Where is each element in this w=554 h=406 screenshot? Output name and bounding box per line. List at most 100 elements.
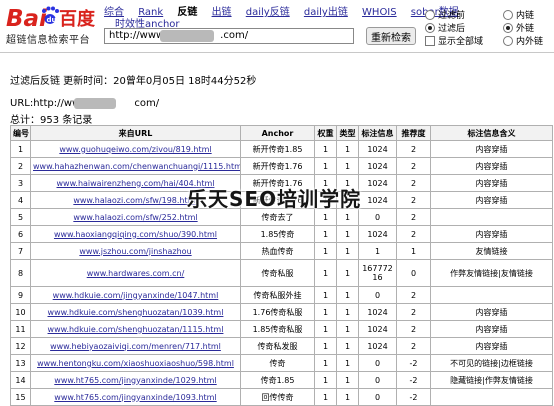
cell-source-url[interactable]: www.haoxiangqiqing.com/shuo/390.html bbox=[30, 225, 241, 243]
cell-weight: 1 bbox=[314, 259, 337, 287]
cell-tag: 1024 bbox=[358, 174, 397, 192]
option-label: 内链 bbox=[516, 11, 535, 21]
table-row: 11 www.hdkuie.com/shenghuozatan/1115.html… bbox=[10, 320, 553, 338]
cell-weight: 1 bbox=[314, 303, 337, 321]
option-label: 外链 bbox=[516, 24, 535, 34]
col-recommend-header: 推荐度 bbox=[396, 125, 431, 141]
cell-type: 1 bbox=[336, 225, 359, 243]
cell-recommend: 2 bbox=[396, 337, 431, 355]
cell-anchor: 传奇私发服 bbox=[240, 337, 315, 355]
research-button[interactable]: 重新检索 bbox=[366, 27, 416, 45]
logo-subtitle: 超链信息检索平台 bbox=[6, 35, 90, 46]
table-row: 6 www.haoxiangqiqing.com/shuo/390.html 1.8… bbox=[10, 225, 553, 243]
cell-weight: 1 bbox=[314, 140, 337, 158]
cell-tag-meaning: 内容穿插 bbox=[430, 157, 553, 175]
option-external-links[interactable]: 外链 bbox=[503, 21, 534, 34]
cell-number: 15 bbox=[10, 388, 31, 406]
cell-number: 5 bbox=[10, 208, 31, 226]
table-row: 1 2 www.hebiyaozaiviqi.com/menren/717.html… bbox=[10, 337, 553, 355]
col-tag-meaning-header: 标注信息含义 bbox=[430, 125, 553, 141]
radio-selected-icon bbox=[503, 22, 513, 33]
cell-type: 1 bbox=[336, 157, 359, 175]
cell-weight: 1 bbox=[314, 337, 337, 355]
cell-recommend: 2 bbox=[396, 208, 431, 226]
option-label: 显示全部域 bbox=[438, 37, 484, 47]
cell-source-url[interactable]: www.hdkuie.com/shenghuozatan/1115.html bbox=[30, 320, 241, 338]
cell-anchor: 1.85传奇 bbox=[240, 225, 315, 243]
option-label: 过滤前 bbox=[438, 11, 466, 21]
option-all-links[interactable]: 内外链 bbox=[503, 34, 543, 47]
cell-source-url[interactable]: www.jszhou.com/jinshazhou bbox=[30, 242, 241, 260]
cell-tag: 1024 bbox=[358, 157, 397, 175]
cell-type: 1 bbox=[336, 337, 359, 355]
radio-selected-icon bbox=[425, 22, 435, 33]
cell-source-url[interactable]: www.hentongku.com/xiaoshuoxiaoshuo/598.h… bbox=[30, 354, 241, 372]
logo-text-left: Bai bbox=[6, 6, 48, 32]
cell-number: 7 bbox=[10, 242, 31, 260]
cell-anchor: 传奇私服 bbox=[240, 259, 315, 287]
cell-tag-meaning: 内容穿插 bbox=[430, 225, 553, 243]
option-internal-links[interactable]: 内链 bbox=[503, 8, 534, 21]
cell-recommend: -2 bbox=[396, 354, 431, 372]
cell-tag: 1024 bbox=[358, 337, 397, 355]
cell-anchor: 传奇 bbox=[240, 354, 315, 372]
cell-tag: 0 bbox=[358, 286, 397, 304]
cell-tag: 1024 bbox=[358, 191, 397, 209]
cell-weight: 1 bbox=[314, 320, 337, 338]
cell-recommend: -2 bbox=[396, 371, 431, 389]
cell-tag: 0 bbox=[358, 354, 397, 372]
cell-recommend: 1 bbox=[396, 242, 431, 260]
cell-tag-meaning: 不可见的链接|边框链接 bbox=[430, 354, 553, 372]
cell-source-url[interactable]: www.hardwares.com.cn/ bbox=[30, 259, 241, 287]
cell-number: 10 bbox=[10, 303, 31, 321]
cell-type: 1 bbox=[336, 303, 359, 321]
option-show-all-domains[interactable]: 显示全部域 bbox=[425, 34, 483, 47]
option-before-filter[interactable]: 过滤前 bbox=[425, 8, 465, 21]
logo-text-right: 百度 bbox=[59, 8, 96, 30]
cell-tag: 0 bbox=[358, 371, 397, 389]
cell-tag-meaning: 内容穿插 bbox=[430, 174, 553, 192]
cell-source-url[interactable]: www.guohuqeiwo.com/zivou/819.html bbox=[30, 140, 241, 158]
tab-daily-backlinks[interactable]: daily反链 bbox=[246, 7, 290, 18]
watermark-text: 乐天SEO培训学院 bbox=[187, 187, 362, 211]
option-after-filter[interactable]: 过滤后 bbox=[425, 21, 465, 34]
cell-number: 1 bbox=[10, 140, 31, 158]
table-row: 8 www.hardwares.com.cn/传奇私服 1 1 16777216 0 作弊友… bbox=[10, 259, 553, 287]
cell-anchor: 热血传奇 bbox=[240, 242, 315, 260]
cell-tag-meaning: 友情链接 bbox=[430, 242, 553, 260]
cell-recommend: 2 bbox=[396, 157, 431, 175]
radio-icon bbox=[425, 9, 435, 20]
update-time-text: 过滤后反链 更新时间：20曾年0月05日 18时44分52秒 bbox=[10, 76, 257, 87]
cell-tag: 0 bbox=[358, 208, 397, 226]
url-label-suffix: com/ bbox=[134, 98, 160, 109]
tab-daily-outlinks[interactable]: daily出链 bbox=[304, 7, 348, 18]
tab-whois[interactable]: WHOIS bbox=[362, 7, 397, 18]
cell-tag-meaning bbox=[430, 208, 553, 226]
cell-weight: 1 bbox=[314, 388, 337, 406]
cell-source-url[interactable]: www.ht765.com/jingyanxinde/1029.html bbox=[30, 371, 241, 389]
tab-backlinks[interactable]: 反链 bbox=[177, 7, 197, 18]
cell-type: 1 bbox=[336, 259, 359, 287]
col-source-url-header: 来自URL bbox=[30, 125, 241, 141]
url-input[interactable]: http://www .com/ bbox=[104, 28, 354, 44]
table-row: 1 www.guohuqeiwo.com/zivou/819.html 新开传奇1.… bbox=[10, 140, 553, 158]
cell-tag-meaning: 内容穿插 bbox=[430, 191, 553, 209]
cell-source-url[interactable]: www.hdkuie.com/shenghuozatan/1039.html bbox=[30, 303, 241, 321]
baidu-logo[interactable]: Bai du 百度 bbox=[6, 2, 98, 32]
cell-weight: 1 bbox=[314, 157, 337, 175]
cell-source-url[interactable]: www.ht765.com/jingyanxinde/1093.html bbox=[30, 388, 241, 406]
cell-source-url[interactable]: www.hdkuie.com/jingyanxinde/1047.html bbox=[30, 286, 241, 304]
col-number-header: 编号 bbox=[10, 125, 31, 141]
option-label: 过滤后 bbox=[438, 24, 466, 34]
cell-anchor: 1.76传奇私服 bbox=[240, 303, 315, 321]
cell-type: 1 bbox=[336, 320, 359, 338]
cell-weight: 1 bbox=[314, 225, 337, 243]
cell-source-url[interactable]: www.hebiyaozaiviqi.com/menren/717.html bbox=[30, 337, 241, 355]
col-tag-header: 标注信息 bbox=[358, 125, 397, 141]
cell-recommend: 2 bbox=[396, 320, 431, 338]
tab-outlinks[interactable]: 出链 bbox=[212, 7, 232, 18]
cell-source-url[interactable]: www.hahazhenwan.com/chenwanchuangi/1115.… bbox=[30, 157, 241, 175]
cell-type: 1 bbox=[336, 286, 359, 304]
cell-type: 1 bbox=[336, 371, 359, 389]
checkbox-icon bbox=[425, 35, 435, 46]
